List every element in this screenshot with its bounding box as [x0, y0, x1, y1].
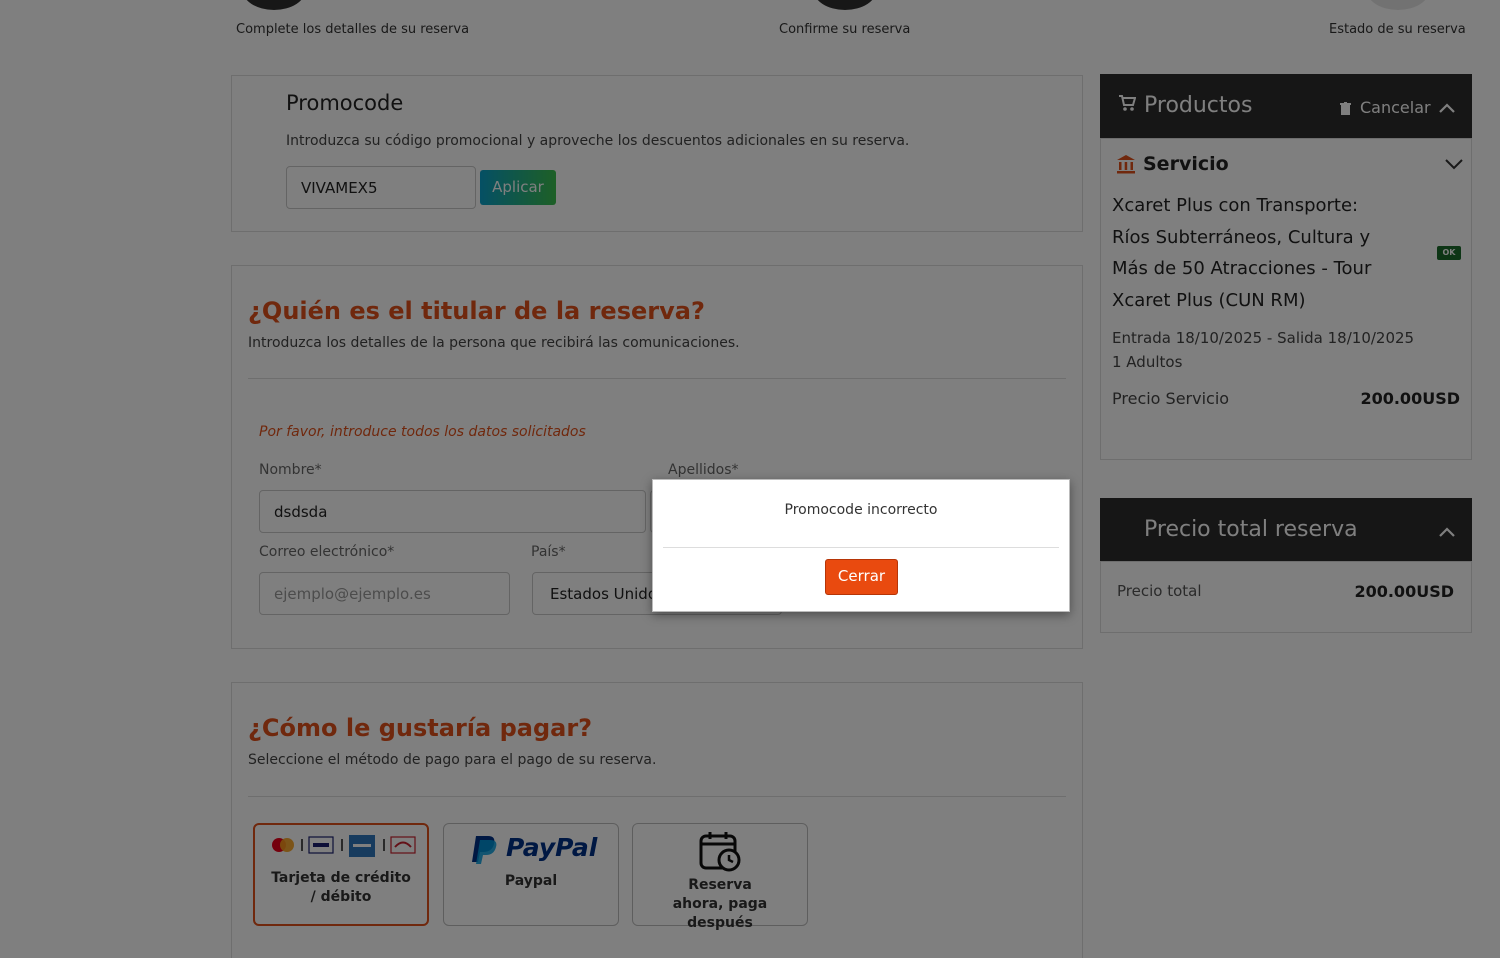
modal-message: Promocode incorrecto: [784, 502, 938, 518]
modal-divider: [663, 547, 1059, 548]
booking-page: Complete los detalles de su reserva Conf…: [0, 0, 1500, 958]
promocode-error-modal: Promocode incorrecto Cerrar: [652, 479, 1070, 612]
close-modal-button[interactable]: Cerrar: [825, 559, 898, 595]
